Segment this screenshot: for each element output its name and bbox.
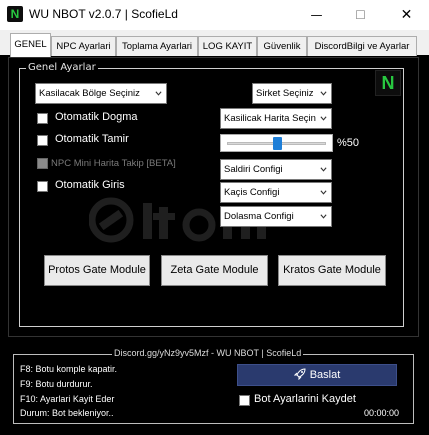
npc-minimap-checkbox[interactable] xyxy=(37,158,48,169)
chevron-down-icon xyxy=(320,214,327,219)
minimize-button[interactable]: — xyxy=(294,0,339,30)
npc-minimap-label: NPC Mini Harita Takip [BETA] xyxy=(51,158,176,169)
company-select[interactable]: Sirket Seçiniz xyxy=(252,83,332,104)
auto-dodge-checkbox[interactable] xyxy=(37,113,48,124)
chevron-down-icon xyxy=(320,190,327,195)
region-select-value: Kasilacak Bölge Seçiniz xyxy=(39,88,140,99)
region-select[interactable]: Kasilacak Bölge Seçiniz xyxy=(35,83,167,104)
protos-gate-button[interactable]: Protos Gate Module xyxy=(44,255,150,286)
company-select-value: Sirket Seçiniz xyxy=(256,88,314,99)
slider-thumb[interactable] xyxy=(273,137,282,150)
tab-genel[interactable]: GENEL xyxy=(10,33,51,57)
status-text: Durum: Bot bekleniyor.. xyxy=(20,408,114,418)
nbot-logo-icon: N xyxy=(375,70,401,96)
timer: 00:00:00 xyxy=(364,408,400,418)
auto-repair-label: Otomatik Tamir xyxy=(55,133,129,145)
roam-config-value: Dolasma Configi xyxy=(224,211,294,222)
tab-discord-bilgi[interactable]: DiscordBilgi ve Ayarlar xyxy=(307,36,417,56)
general-settings-title: Genel Ayarlar xyxy=(26,62,98,74)
chevron-down-icon xyxy=(320,116,327,121)
save-settings-checkbox[interactable] xyxy=(239,395,250,406)
auto-login-label: Otomatik Giris xyxy=(55,179,125,191)
auto-repair-checkbox[interactable] xyxy=(37,135,48,146)
title-bar: N WU NBOT v2.0.7 | ScofieLd — ☐ ✕ xyxy=(0,0,429,30)
app-logo-icon: N xyxy=(7,6,23,22)
flee-config-select[interactable]: Kaçis Configi xyxy=(220,182,332,203)
chevron-down-icon xyxy=(320,91,327,96)
slider-value-label: %50 xyxy=(337,137,360,149)
tab-toplama-ayarlari[interactable]: Toplama Ayarlari xyxy=(116,36,198,56)
start-button[interactable]: Baslat xyxy=(237,364,397,386)
attack-config-value: Saldiri Configi xyxy=(224,164,283,175)
percentage-slider[interactable] xyxy=(220,134,333,152)
window-title: WU NBOT v2.0.7 | ScofieLd xyxy=(29,7,178,21)
rocket-icon xyxy=(293,368,306,380)
discord-link[interactable]: Discord.gg/yNz9yv5Mzf - WU NBOT | Scofie… xyxy=(112,348,304,359)
start-button-label: Baslat xyxy=(309,369,341,381)
auto-dodge-label: Otomatik Dogma xyxy=(55,111,138,123)
roam-config-select[interactable]: Dolasma Configi xyxy=(220,206,332,227)
map-select[interactable]: Kasilicak Harita Seçin xyxy=(220,108,332,129)
attack-config-select[interactable]: Saldiri Configi xyxy=(220,159,332,180)
chevron-down-icon xyxy=(155,91,162,96)
maximize-button[interactable]: ☐ xyxy=(338,0,383,30)
tab-npc-ayarlari[interactable]: NPC Ayarlari xyxy=(51,36,116,56)
chevron-down-icon xyxy=(320,167,327,172)
save-settings-label: Bot Ayarlarini Kaydet xyxy=(254,393,356,405)
tab-guvenlik[interactable]: Güvenlik xyxy=(257,36,307,56)
tab-log-kayit[interactable]: LOG KAYIT xyxy=(198,36,257,56)
zeta-gate-button[interactable]: Zeta Gate Module xyxy=(161,255,268,286)
map-select-value: Kasilicak Harita Seçin xyxy=(224,113,316,124)
flee-config-value: Kaçis Configi xyxy=(224,187,280,198)
kratos-gate-button[interactable]: Kratos Gate Module xyxy=(278,255,386,286)
general-settings-group xyxy=(19,68,404,327)
close-button[interactable]: ✕ xyxy=(384,0,429,30)
auto-login-checkbox[interactable] xyxy=(37,181,48,192)
hotkey-f8-info: F8: Botu komple kapatir. xyxy=(20,364,118,374)
hotkey-f10-info: F10: Ayarlari Kayit Eder xyxy=(20,394,115,404)
hotkey-f9-info: F9: Botu durdurur. xyxy=(20,379,93,389)
